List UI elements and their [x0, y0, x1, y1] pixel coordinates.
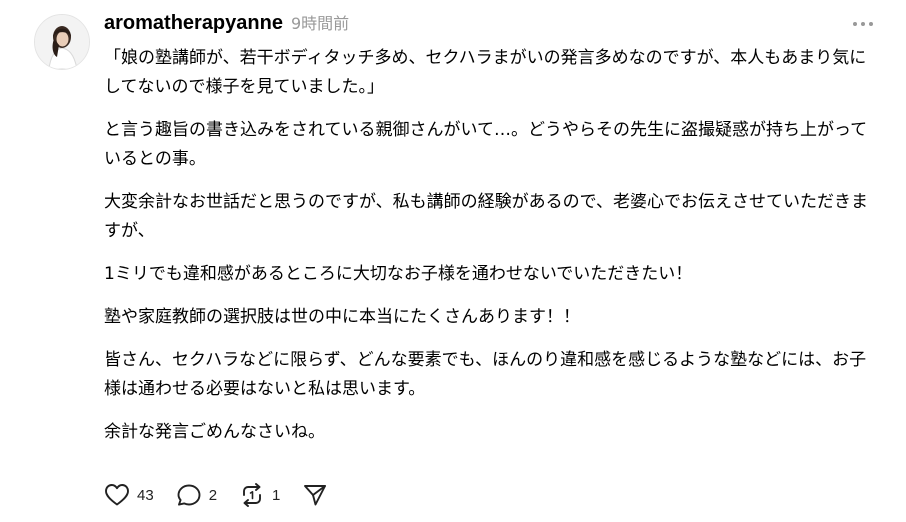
more-options-button[interactable]	[848, 12, 878, 36]
more-icon	[852, 21, 874, 27]
repost-count: 1	[272, 486, 281, 504]
share-icon	[302, 483, 328, 507]
post-paragraph: 余計な発言ごめんなさいね。	[104, 422, 325, 442]
reply-count: 2	[208, 486, 218, 504]
thread-post: aromatherapyanne 9時間前 「娘の塾講師が、若干ボディタッチ多め…	[0, 0, 906, 522]
avatar[interactable]	[34, 14, 90, 70]
reply-icon	[176, 483, 202, 507]
share-button[interactable]	[302, 483, 328, 507]
post-header: aromatherapyanne 9時間前	[104, 10, 349, 38]
repost-icon	[239, 483, 265, 507]
post-paragraph: 大変余計なお世話だと思うのですが、私も講師の経験があるので、老婆心でお伝えさせて…	[104, 192, 868, 241]
post-paragraph: 皆さん、セクハラなどに限らず、どんな要素でも、ほんのり違和感を感じるような塾など…	[104, 350, 867, 399]
post-time: 9時間前	[290, 14, 350, 33]
heart-icon	[104, 483, 130, 507]
like-button[interactable]: 43	[104, 483, 154, 507]
post-paragraph: と言う趣旨の書き込みをされている親御さんがいて…。どうやらその先生に盗撮疑惑が持…	[104, 120, 868, 169]
reply-button[interactable]: 2	[176, 483, 217, 507]
like-count: 43	[137, 486, 154, 504]
post-paragraph: 「娘の塾講師が、若干ボディタッチ多め、セクハラまがいの発言多めなのですが、本人も…	[104, 48, 867, 97]
username[interactable]: aromatherapyanne	[104, 12, 283, 35]
action-bar: 43 2 1	[104, 482, 350, 508]
repost-button[interactable]: 1	[239, 483, 280, 507]
post-body: 「娘の塾講師が、若干ボディタッチ多め、セクハラまがいの発言多めなのですが、本人も…	[104, 44, 874, 461]
post-paragraph: 塾や家庭教師の選択肢は世の中に本当にたくさんあります！！	[104, 307, 580, 327]
post-paragraph: 1ミリでも違和感があるところに大切なお子様を通わせないでいただきたい！	[104, 264, 693, 284]
